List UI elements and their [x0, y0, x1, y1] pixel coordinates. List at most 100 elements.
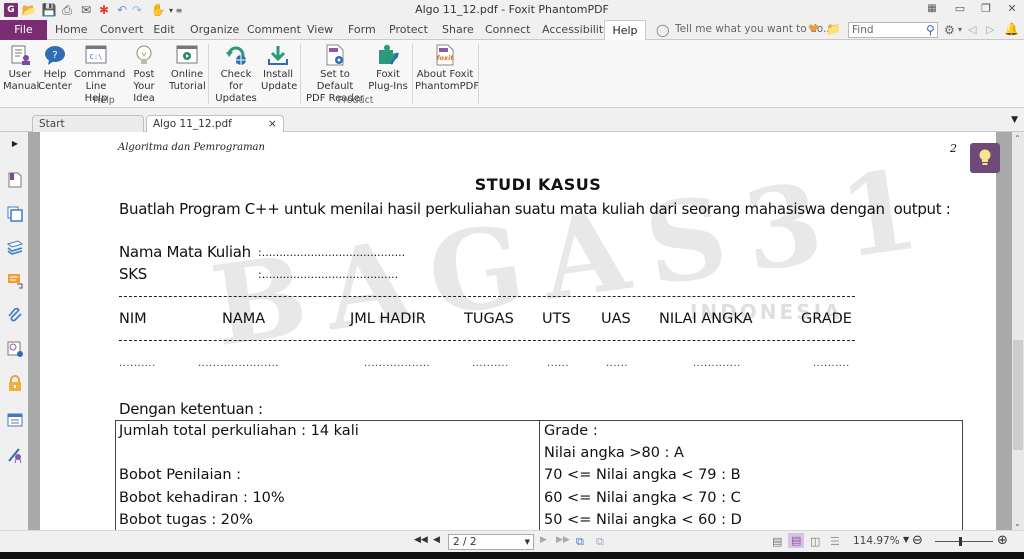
table-divider	[539, 421, 540, 530]
ribbon-separator	[208, 44, 209, 104]
pages-thumbnails-icon[interactable]	[7, 206, 23, 222]
next-page-icon[interactable]: ▶	[540, 535, 547, 545]
layout-icon[interactable]: ▦	[924, 2, 940, 16]
command-line-icon: C:\	[85, 44, 107, 66]
tab-list-dropdown-icon[interactable]: ▼	[1011, 115, 1018, 125]
layers-icon[interactable]	[6, 239, 24, 255]
check-updates-icon	[225, 44, 247, 66]
ribbon-separator	[300, 44, 301, 104]
user-manual-button[interactable]: User Manual	[3, 42, 39, 94]
security-lock-icon[interactable]	[7, 375, 23, 391]
doc-tab-algo[interactable]: Algo 11_12.pdf ×	[146, 115, 284, 133]
search-folder-icon[interactable]: 📁	[826, 22, 841, 36]
first-page-icon[interactable]: ◀◀	[414, 535, 428, 545]
panel-splitter[interactable]	[28, 132, 38, 530]
ribbon-separator	[412, 44, 413, 104]
scroll-down-icon[interactable]: ⌄	[1014, 519, 1021, 528]
placeholder-dots: ..........	[119, 358, 156, 369]
tab-home[interactable]: Home	[55, 20, 87, 40]
foxit-phantompdf-window: G 📂 💾 ⎙ ✉ ✱ ↶ ↷ ✋ ▾ ≡ Algo 11_12.pdf - F…	[0, 0, 1024, 559]
tab-form[interactable]: Form	[348, 20, 376, 40]
default-reader-icon	[324, 44, 346, 66]
tab-organize[interactable]: Organize	[190, 20, 239, 40]
column-header: UTS	[542, 311, 571, 327]
tab-share[interactable]: Share	[442, 20, 474, 40]
tab-protect[interactable]: Protect	[389, 20, 428, 40]
next-result-icon[interactable]: ▷	[986, 23, 994, 36]
zoom-in-icon[interactable]: ⊕	[997, 533, 1008, 548]
tab-connect[interactable]: Connect	[485, 20, 530, 40]
tab-view[interactable]: View	[307, 20, 333, 40]
doc-tab-start[interactable]: Start	[32, 115, 144, 132]
page-number: 2	[950, 142, 957, 155]
window-title: Algo 11_12.pdf - Foxit PhantomPDF	[415, 3, 609, 16]
scroll-up-icon[interactable]: ⌃	[1014, 134, 1021, 143]
tab-file[interactable]: File	[0, 20, 47, 40]
zoom-level[interactable]: 114.97%	[853, 535, 900, 547]
settings-dropdown-icon[interactable]: ▾	[958, 25, 962, 34]
facing-pages-icon[interactable]: ◫	[810, 535, 820, 548]
notification-bell-icon[interactable]: 🔔	[1004, 22, 1019, 36]
continuous-page-icon[interactable]: ▤	[788, 533, 805, 548]
zoom-out-icon[interactable]: ⊖	[912, 533, 923, 548]
zoom-slider[interactable]	[935, 541, 993, 542]
search-icon[interactable]: ⚲	[926, 23, 935, 37]
previous-page-icon[interactable]: ◀	[433, 535, 440, 545]
svg-text:foxit: foxit	[437, 54, 455, 62]
tab-convert[interactable]: Convert	[100, 20, 144, 40]
tab-edit[interactable]: Edit	[153, 20, 175, 40]
placeholder-dots: ..........	[472, 358, 509, 369]
help-center-icon: ?	[44, 44, 66, 66]
attachments-icon[interactable]	[7, 307, 23, 323]
column-header: JML HADIR	[350, 311, 426, 327]
about-foxit-button[interactable]: foxit About Foxit PhantomPDF	[415, 42, 479, 94]
bookmarks-icon[interactable]	[7, 172, 23, 188]
tab-help[interactable]: Help	[604, 20, 646, 41]
pdf-page: BAGAS31 INDONESIA Algoritma dan Pemrogra…	[40, 132, 996, 530]
page-dropdown-icon[interactable]: ▼	[525, 535, 530, 549]
signatures-icon[interactable]	[7, 341, 23, 357]
rule-right-line: 50 <= Nilai angka < 60 : D	[544, 512, 742, 528]
svg-text:C:\: C:\	[90, 53, 103, 61]
placeholder-dots: .............	[693, 358, 741, 369]
vertical-scrollbar[interactable]: ⌃ ⌄	[1012, 132, 1024, 530]
page-number-input[interactable]: 2 / 2 ▼	[448, 534, 534, 550]
restore-button[interactable]: ❐	[978, 2, 994, 16]
minimize-button[interactable]: ▭	[952, 2, 968, 16]
close-window-button[interactable]: ✕	[1004, 2, 1020, 16]
content-panel-icon[interactable]	[7, 412, 23, 428]
expand-panel-icon[interactable]: ▶	[7, 136, 23, 152]
tab-accessibility[interactable]: Accessibility	[542, 20, 610, 40]
accessibility-checker-icon[interactable]	[7, 447, 23, 464]
previous-view-icon[interactable]: ⧉	[576, 535, 584, 549]
tab-comment[interactable]: Comment	[247, 20, 301, 40]
field-value: :.......................................	[258, 268, 399, 281]
post-your-idea-button[interactable]: Post Your Idea	[122, 42, 166, 104]
scrollbar-thumb[interactable]	[1013, 340, 1023, 450]
close-tab-icon[interactable]: ×	[268, 116, 277, 132]
command-line-help-button[interactable]: C:\ Command Line Help	[74, 42, 125, 104]
comments-icon[interactable]	[7, 273, 23, 289]
foxit-plugins-button[interactable]: Foxit Plug-Ins	[368, 42, 408, 94]
navigation-pane: ▶	[0, 132, 28, 530]
zoom-dropdown-icon[interactable]: ▼	[903, 535, 909, 544]
settings-gear-icon[interactable]: ⚙	[944, 23, 955, 37]
previous-result-icon[interactable]: ◁	[968, 23, 976, 36]
rule-left-line: Bobot kehadiran : 10%	[119, 490, 285, 506]
check-for-updates-button[interactable]: Check for Updates	[213, 42, 259, 104]
single-page-icon[interactable]: ▤	[772, 535, 782, 548]
online-tutorial-button[interactable]: Online Tutorial	[169, 42, 206, 94]
tell-me-search[interactable]: Tell me what you want to do..	[675, 23, 830, 35]
help-center-button[interactable]: ? Help Center	[38, 42, 72, 94]
continuous-facing-icon[interactable]: ☰	[830, 535, 840, 548]
zoom-slider-handle[interactable]	[958, 537, 962, 546]
next-view-icon[interactable]: ⧉	[596, 535, 604, 549]
product-group-label: Product	[337, 95, 374, 106]
intro-paragraph: Buatlah Program C++ untuk menilai hasil …	[119, 200, 951, 218]
heart-feedback-icon[interactable]: ❤	[808, 22, 819, 37]
tips-button[interactable]	[970, 143, 1000, 173]
install-update-button[interactable]: Install Update	[261, 42, 297, 94]
last-page-icon[interactable]: ▶▶	[556, 535, 570, 545]
find-input[interactable]: Find	[848, 22, 938, 38]
set-default-reader-button[interactable]: Set to Default PDF Reader	[303, 42, 367, 104]
